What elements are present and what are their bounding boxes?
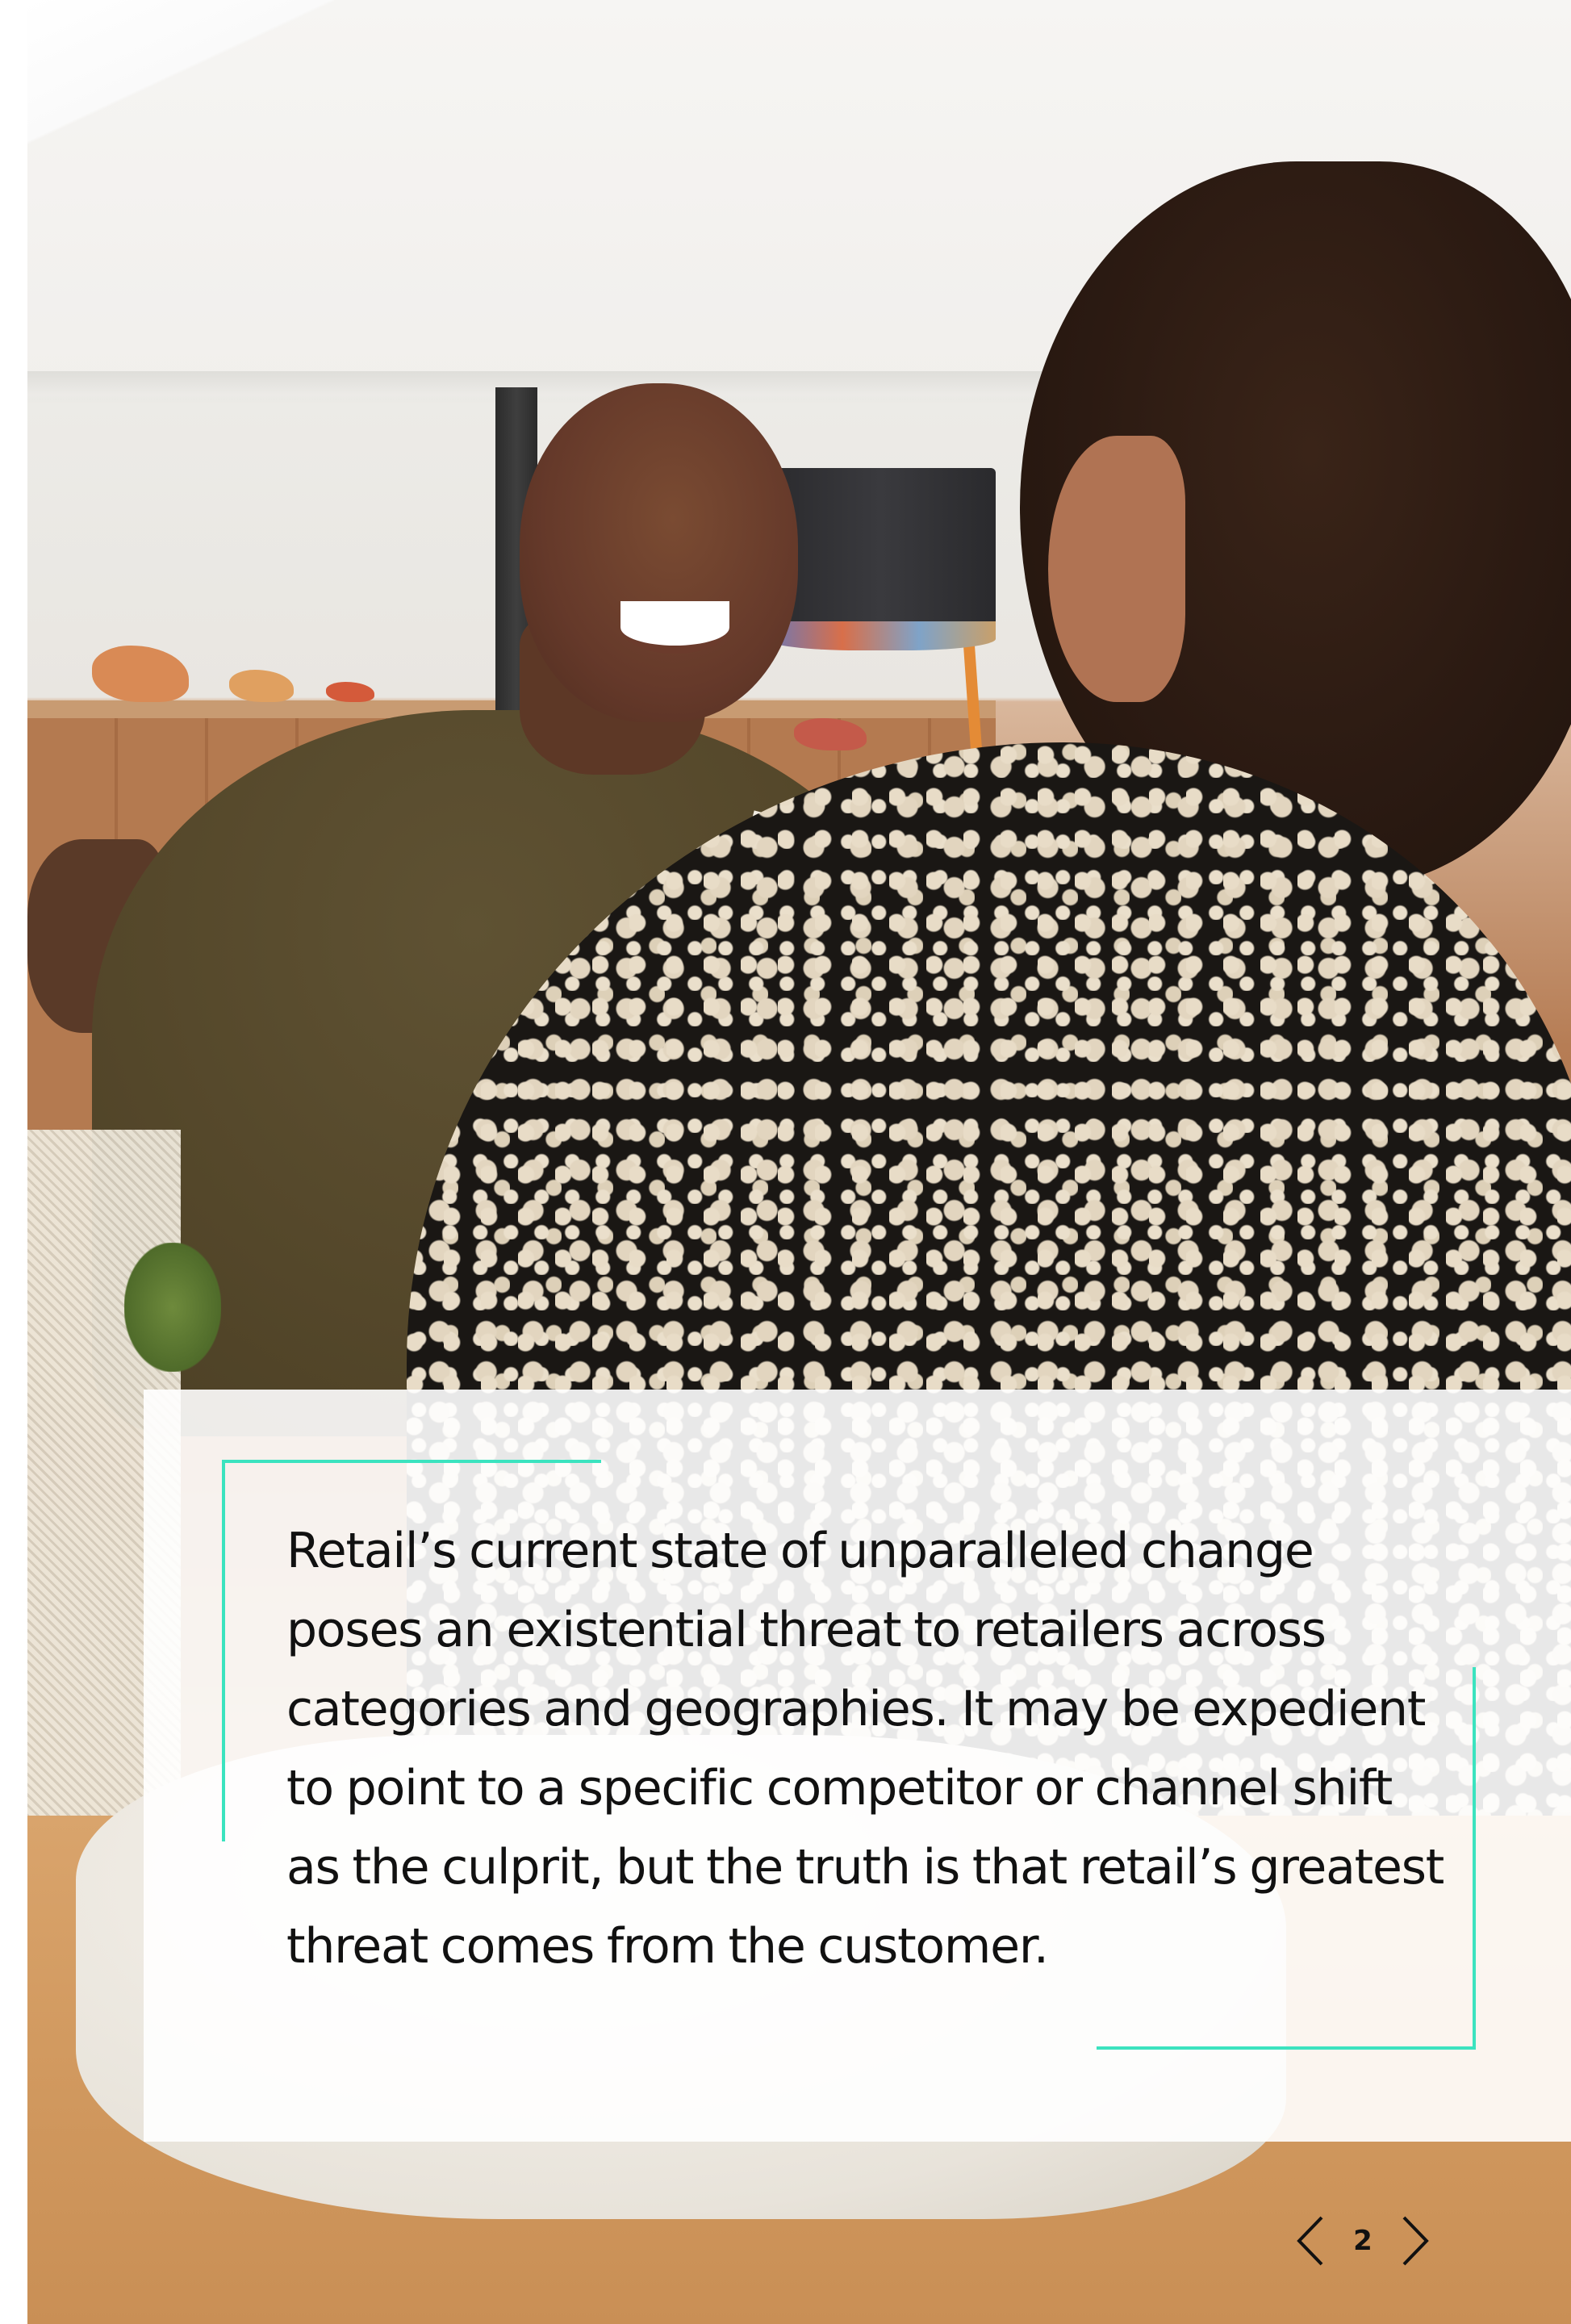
plant [124, 1243, 221, 1372]
accent-bracket-top-left [222, 1460, 601, 1463]
accent-bracket-top-left-vertical [222, 1460, 225, 1841]
lamp-shade-trim [766, 621, 996, 650]
accent-bracket-bottom-right [1097, 2046, 1476, 2050]
chevron-left-icon[interactable] [1294, 2214, 1327, 2268]
quote-text: Retail’s current state of unparalleled c… [286, 1523, 1444, 1975]
lamp-shade [766, 468, 996, 642]
man-head [520, 383, 798, 722]
page-number: 2 [1353, 2225, 1373, 2257]
shelf-ornament [229, 670, 294, 702]
woman-face [1048, 436, 1185, 702]
pagination: 2 [1294, 2213, 1431, 2269]
shelf-ornament [326, 682, 374, 702]
accent-bracket-bottom-right-vertical [1473, 1667, 1476, 2050]
ceiling-beam [27, 0, 334, 210]
chevron-right-icon[interactable] [1399, 2214, 1431, 2268]
man-smile [620, 601, 729, 654]
shelf-ornament [92, 646, 189, 702]
